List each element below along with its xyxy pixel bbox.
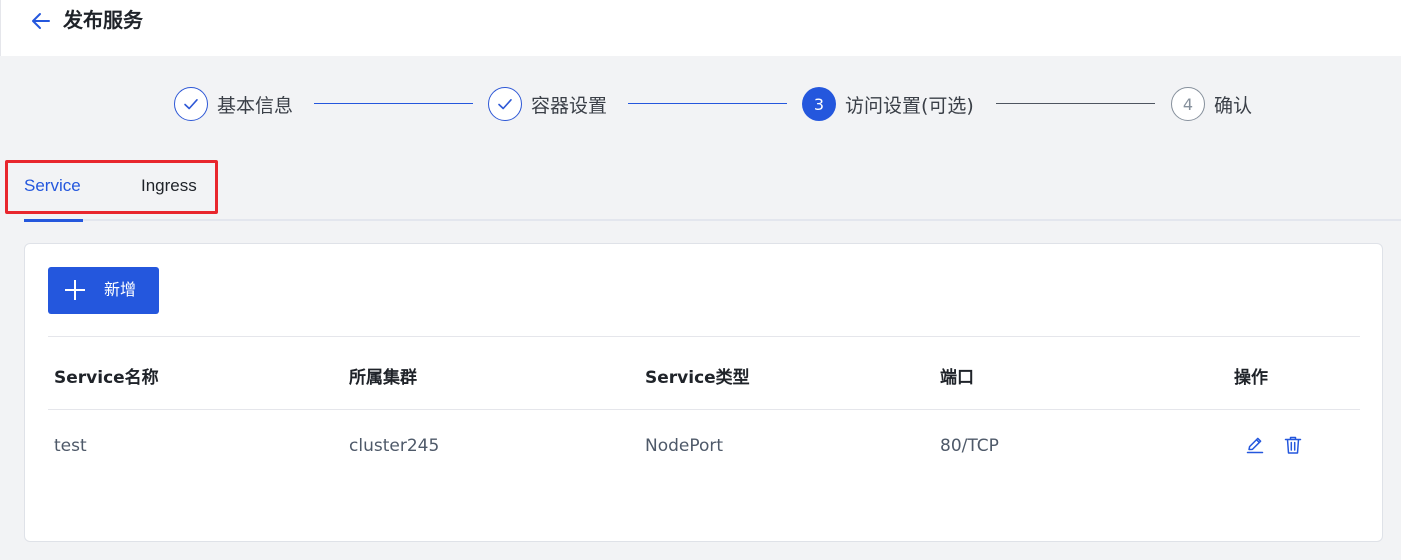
step-confirm: 4 确认 [1171,86,1252,122]
add-button-label: 新增 [104,280,137,299]
column-header-port: 端口 [940,368,974,388]
step-connector [996,103,1155,104]
step-label: 基本信息 [217,94,294,117]
cell-port: 80/TCP [940,436,999,456]
cell-cluster: cluster245 [349,436,440,456]
step-label: 访问设置(可选) [845,94,974,117]
column-header-actions: 操作 [1234,368,1268,388]
step-container-settings: 容器设置 [488,86,607,122]
cell-service-type: NodePort [645,436,724,456]
tab-bar-divider [24,219,1401,221]
step-number: 4 [1171,87,1205,121]
step-access-settings: 3 访问设置(可选) [802,86,974,122]
step-connector [628,103,787,104]
table-header: Service名称 所属集群 Service类型 端口 操作 [48,337,1360,409]
tab-bar: Service Ingress [0,162,1401,222]
cell-service-name: test [54,436,87,456]
column-header-service-type: Service类型 [645,368,750,388]
service-list-card: 新增 Service名称 所属集群 Service类型 端口 操作 test c… [24,243,1383,542]
tab-active-indicator [24,219,83,222]
check-icon [174,87,208,121]
step-connector [314,103,473,104]
plus-icon [65,280,85,300]
add-service-button[interactable]: 新增 [48,267,159,314]
step-label: 确认 [1214,94,1253,117]
step-label: 容器设置 [531,94,608,117]
page-header: 发布服务 [0,0,1401,56]
arrow-left-icon[interactable] [29,9,53,33]
column-header-cluster: 所属集群 [349,368,417,388]
table-row: test cluster245 NodePort 80/TCP [48,410,1360,484]
step-number: 3 [802,87,836,121]
page-title: 发布服务 [63,8,143,32]
edit-icon[interactable] [1244,434,1266,456]
delete-icon[interactable] [1282,434,1304,456]
tab-ingress[interactable]: Ingress [141,176,197,196]
steps-progress: 基本信息 容器设置 3 访问设置(可选) 4 确认 [0,82,1401,126]
check-icon [488,87,522,121]
step-basic-info: 基本信息 [174,86,293,122]
tab-service[interactable]: Service [24,176,81,196]
column-header-service-name: Service名称 [54,368,159,388]
